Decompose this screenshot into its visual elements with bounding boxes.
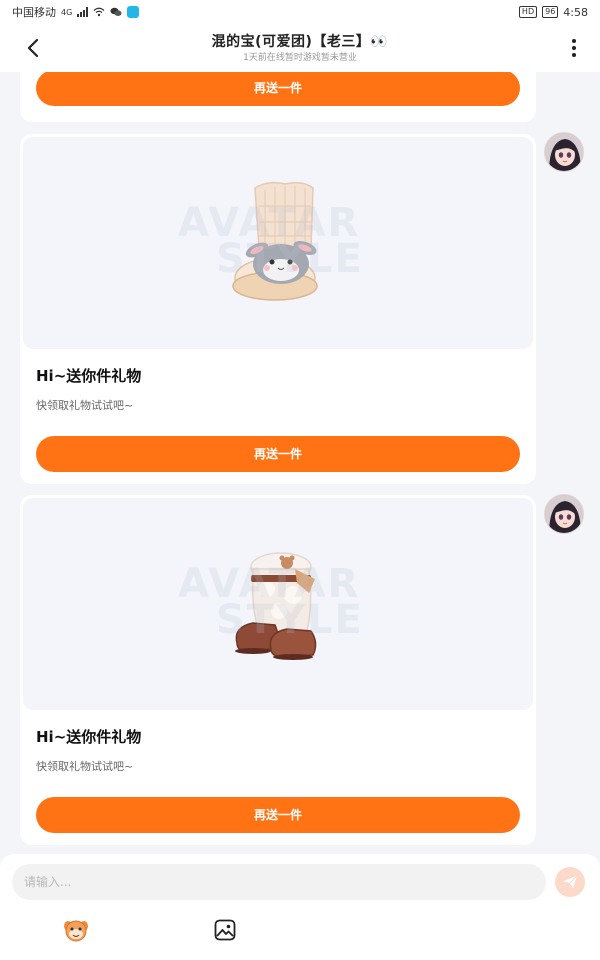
send-another-button[interactable]: 再送一件	[36, 436, 520, 472]
message-input[interactable]	[12, 864, 546, 900]
status-left: 中国移动 4G	[12, 4, 140, 20]
anime-girl-avatar	[545, 133, 583, 171]
gift-image: AVATAR STYLE	[23, 137, 533, 349]
gift-card: AVATAR STYLE Hi~送你件礼物 快领取礼物试试吧~ 再送一件	[20, 495, 536, 845]
watermark: AVATAR STYLE	[178, 200, 364, 282]
gift-card: AVATAR STYLE Hi~送你件礼物 快领取礼物试试吧~ 再送一件	[20, 134, 536, 484]
hd-badge: HD	[518, 6, 538, 18]
carrier-label: 中国移动	[12, 6, 56, 19]
image-icon	[214, 919, 236, 941]
gift-image: AVATAR STYLE	[23, 498, 533, 710]
network-label: 4G	[61, 7, 73, 17]
send-icon	[563, 875, 578, 889]
send-another-button[interactable]: 再送一件	[36, 797, 520, 833]
input-bar	[0, 854, 600, 960]
back-button[interactable]	[22, 36, 46, 60]
signal-icon	[77, 7, 89, 17]
avatar[interactable]	[544, 494, 584, 534]
status-bar: 中国移动 4G HD 96 4:58	[0, 0, 600, 24]
app-notification-icon	[127, 6, 140, 18]
gift-card-title: Hi~送你件礼物	[36, 367, 142, 385]
more-vertical-icon	[572, 39, 576, 57]
chat-header: 混的宝(可爱团)【老三】👀 1天前在线暂时游戏暂未营业	[0, 24, 600, 72]
emoji-button[interactable]	[62, 916, 90, 944]
chat-message-list[interactable]: 再送一件 AVATAR STYLE Hi~送你件礼物 快领取礼物试试吧~ 再送一…	[0, 72, 600, 854]
chat-title: 混的宝(可爱团)【老三】👀	[211, 34, 389, 50]
chat-subtitle: 1天前在线暂时游戏暂未营业	[243, 53, 357, 63]
image-button[interactable]	[211, 916, 239, 944]
wechat-icon	[110, 7, 122, 16]
clock: 4:58	[563, 5, 588, 19]
gift-card-description: 快领取礼物试试吧~	[36, 760, 134, 773]
gift-card-title: Hi~送你件礼物	[36, 728, 142, 746]
gift-card-description: 快领取礼物试试吧~	[36, 399, 134, 412]
status-right: HD 96 4:58	[518, 5, 588, 19]
battery-icon: 96	[542, 6, 559, 18]
wifi-icon	[93, 7, 105, 17]
anime-girl-avatar	[545, 495, 583, 533]
more-button[interactable]	[562, 36, 586, 60]
avatar[interactable]	[544, 132, 584, 172]
send-another-button[interactable]: 再送一件	[36, 72, 520, 106]
watermark: AVATAR STYLE	[178, 561, 364, 643]
send-button[interactable]	[555, 867, 585, 897]
header-titles: 混的宝(可爱团)【老三】👀 1天前在线暂时游戏暂未营业	[212, 32, 389, 64]
back-arrow-icon	[27, 38, 39, 58]
mascot-emoji-icon	[64, 920, 88, 942]
gift-card-partial: 再送一件	[20, 72, 536, 122]
